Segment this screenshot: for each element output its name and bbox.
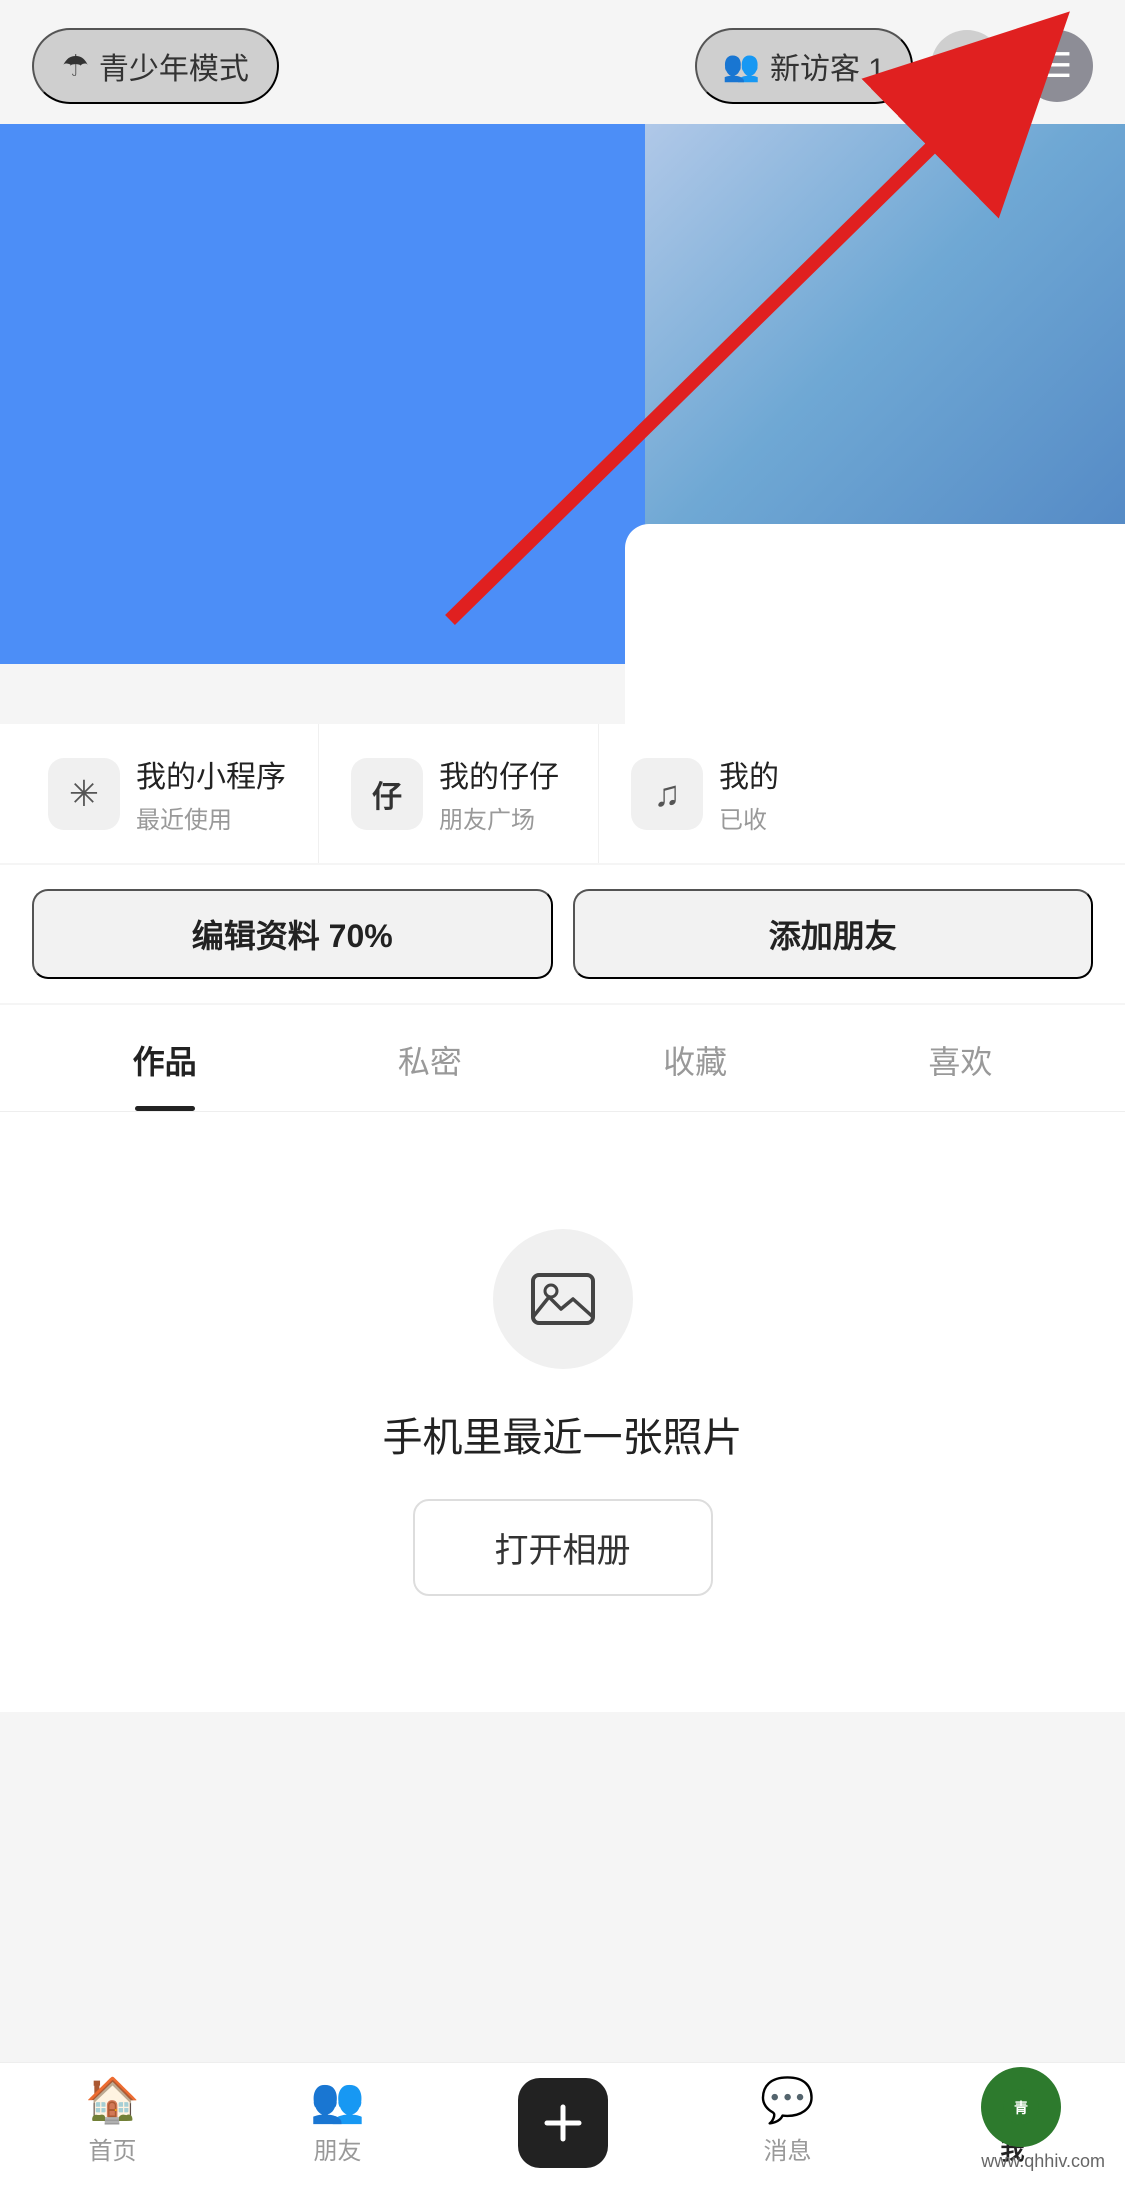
svg-text:青: 青 bbox=[1014, 2100, 1028, 2116]
edit-profile-button[interactable]: 编辑资料 70% bbox=[32, 889, 553, 979]
open-album-button[interactable]: 打开相册 bbox=[413, 1499, 713, 1596]
youth-mode-button[interactable]: ☂ 青少年模式 bbox=[32, 28, 279, 104]
tab-likes[interactable]: 喜欢 bbox=[828, 1005, 1093, 1111]
nav-friends-label: 朋友 bbox=[314, 2131, 362, 2166]
search-icon: 🔍 bbox=[946, 46, 988, 86]
visitor-button[interactable]: 👥 新访客 1 bbox=[695, 28, 913, 104]
hero-white-card bbox=[625, 524, 1125, 724]
top-bar-left: ☂ 青少年模式 bbox=[32, 28, 279, 104]
quick-item-music[interactable]: ♫ 我的 已收 bbox=[599, 724, 879, 863]
nav-home-label: 首页 bbox=[89, 2131, 137, 2166]
music-icon: ♫ bbox=[631, 758, 703, 830]
plus-icon bbox=[541, 2101, 585, 2145]
photo-icon-circle bbox=[493, 1229, 633, 1369]
tabs-row: 作品 私密 收藏 喜欢 bbox=[0, 1005, 1125, 1112]
empty-content-area: 手机里最近一张照片 打开相册 bbox=[0, 1112, 1125, 1712]
music-sub: 已收 bbox=[719, 800, 779, 835]
nav-plus[interactable] bbox=[450, 2078, 675, 2168]
tab-favorites[interactable]: 收藏 bbox=[563, 1005, 828, 1111]
menu-icon: ☰ bbox=[1042, 46, 1072, 86]
nav-messages-label: 消息 bbox=[764, 2131, 812, 2166]
nav-friends[interactable]: 👥 朋友 bbox=[225, 2079, 450, 2166]
photo-icon bbox=[527, 1263, 599, 1335]
visitor-label: 新访客 1 bbox=[770, 44, 885, 88]
quick-item-mini-apps[interactable]: ✳ 我的小程序 最近使用 bbox=[16, 724, 319, 863]
mini-apps-sub: 最近使用 bbox=[136, 800, 286, 835]
action-buttons-row: 编辑资料 70% 添加朋友 bbox=[0, 865, 1125, 1003]
zaizai-title: 我的仔仔 bbox=[439, 752, 559, 796]
visitor-icon: 👥 bbox=[723, 49, 760, 84]
watermark-logo: 青 bbox=[981, 2067, 1061, 2147]
youth-mode-icon: ☂ bbox=[62, 49, 89, 84]
hero-blue-section bbox=[0, 124, 660, 664]
mini-apps-icon: ✳ bbox=[48, 758, 120, 830]
zaizai-sub: 朋友广场 bbox=[439, 800, 559, 835]
friends-icon: 👥 bbox=[310, 2079, 365, 2123]
watermark-url: www.qhhiv.com bbox=[981, 2151, 1105, 2172]
top-bar-right: 👥 新访客 1 🔍 ☰ bbox=[695, 28, 1093, 104]
music-title: 我的 bbox=[719, 752, 779, 796]
messages-icon: 💬 bbox=[760, 2079, 815, 2123]
top-bar: ☂ 青少年模式 👥 新访客 1 🔍 ☰ bbox=[0, 0, 1125, 124]
hero-banner bbox=[0, 124, 1125, 724]
tab-private[interactable]: 私密 bbox=[297, 1005, 562, 1111]
zaizai-icon: 仔 bbox=[351, 758, 423, 830]
menu-button[interactable]: ☰ bbox=[1021, 30, 1093, 102]
tab-works[interactable]: 作品 bbox=[32, 1005, 297, 1111]
home-icon: 🏠 bbox=[85, 2079, 140, 2123]
search-button[interactable]: 🔍 bbox=[931, 30, 1003, 102]
bottom-nav: 🏠 首页 👥 朋友 💬 消息 👤 我 bbox=[0, 2062, 1125, 2202]
nav-home[interactable]: 🏠 首页 bbox=[0, 2079, 225, 2166]
quick-item-zaizai[interactable]: 仔 我的仔仔 朋友广场 bbox=[319, 724, 599, 863]
empty-state-text: 手机里最近一张照片 bbox=[383, 1405, 743, 1463]
watermark-icon: 青 bbox=[999, 2085, 1043, 2129]
plus-button[interactable] bbox=[518, 2078, 608, 2168]
youth-mode-label: 青少年模式 bbox=[99, 44, 249, 88]
nav-messages[interactable]: 💬 消息 bbox=[675, 2079, 900, 2166]
add-friend-button[interactable]: 添加朋友 bbox=[573, 889, 1094, 979]
mini-apps-title: 我的小程序 bbox=[136, 752, 286, 796]
watermark: 青 www.qhhiv.com bbox=[981, 2067, 1105, 2172]
quick-access-row: ✳ 我的小程序 最近使用 仔 我的仔仔 朋友广场 ♫ 我的 已收 bbox=[0, 724, 1125, 863]
